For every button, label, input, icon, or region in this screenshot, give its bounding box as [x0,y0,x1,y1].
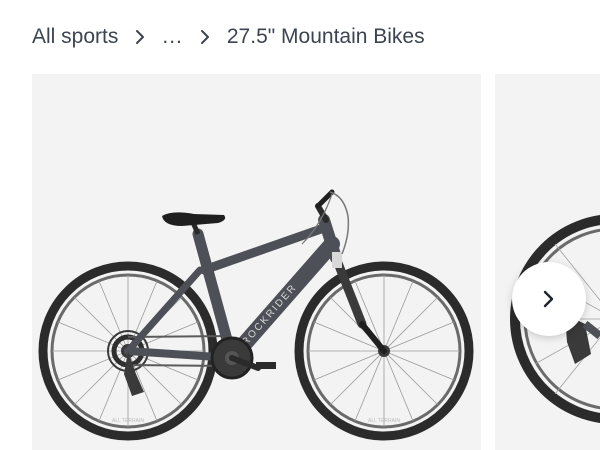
product-image-gallery: ROCKRIDER ALL TERRAIN ALL TERRAIN [32,74,600,450]
front-tire-label: ALL TERRAIN [368,418,400,424]
breadcrumb-ellipsis-button[interactable]: ... [162,25,183,49]
crankset [210,336,276,380]
gallery-next-button[interactable] [512,262,586,336]
product-image-main[interactable]: ROCKRIDER ALL TERRAIN ALL TERRAIN [32,74,481,450]
breadcrumb-all-sports-link[interactable]: All sports [32,25,118,49]
frame-brand-text: ROCKRIDER [240,282,299,348]
rear-tire-label: ALL TERRAIN [112,418,144,424]
breadcrumb: All sports ... 27.5" Mountain Bikes [32,22,425,52]
product-page: All sports ... 27.5" Mountain Bikes ROCK… [0,0,600,450]
saddle [162,212,226,226]
chevron-right-icon [118,22,162,52]
chevron-right-icon [543,290,554,308]
breadcrumb-current-page: 27.5" Mountain Bikes [226,25,425,48]
chevron-right-icon [183,22,227,52]
mountain-bike-image: ROCKRIDER ALL TERRAIN ALL TERRAIN [38,189,474,441]
